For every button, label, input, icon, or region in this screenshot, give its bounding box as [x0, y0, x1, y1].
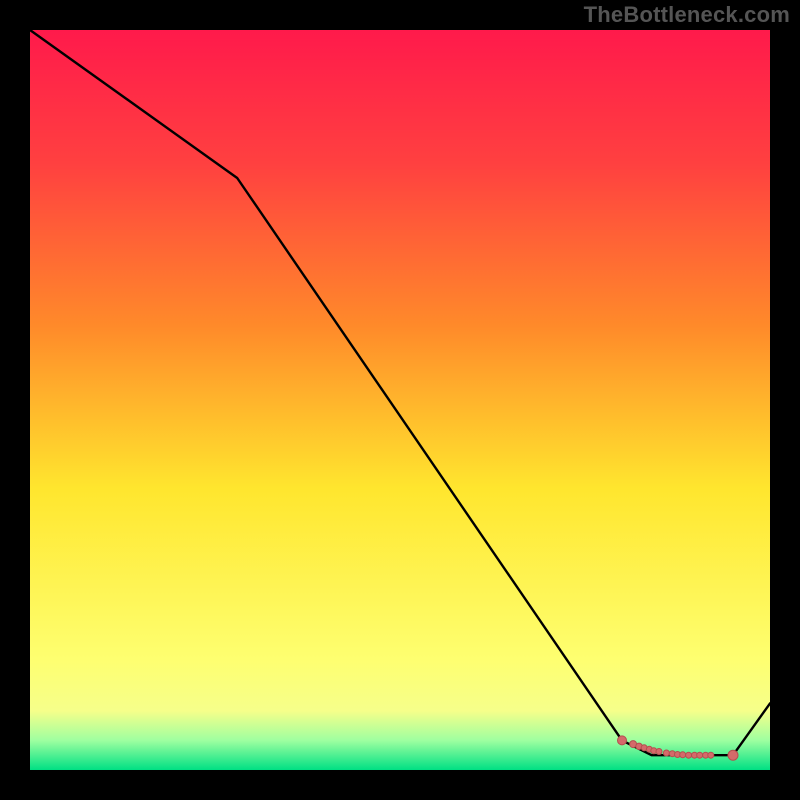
- plot-area: [30, 30, 770, 770]
- marker-point: [656, 749, 662, 755]
- marker-point: [680, 752, 686, 758]
- marker-point: [663, 750, 669, 756]
- marker-point: [618, 736, 627, 745]
- marker-point: [697, 752, 703, 758]
- chart-svg: [30, 30, 770, 770]
- watermark-text: TheBottleneck.com: [584, 2, 790, 28]
- marker-point: [686, 752, 692, 758]
- marker-point: [708, 752, 714, 758]
- chart-frame: TheBottleneck.com: [0, 0, 800, 800]
- marker-point: [728, 750, 738, 760]
- gradient-background: [30, 30, 770, 770]
